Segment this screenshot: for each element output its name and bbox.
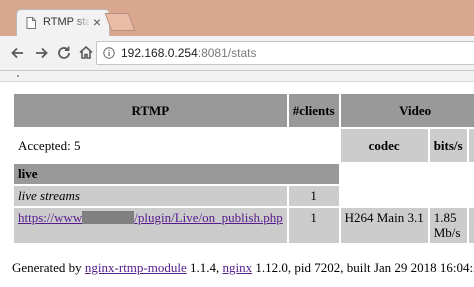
browser-toolbar: 192.168.0.254:8081/stats: [0, 36, 474, 71]
stream-next-col: 12: [468, 208, 474, 243]
live-streams-clients: 1: [288, 186, 339, 206]
url-host: 192.168.0.254: [121, 46, 198, 60]
bitrate-header: bits/s: [429, 129, 467, 162]
tab-strip: RTMP stats ×: [0, 0, 474, 37]
page-content: RTMP #clients Video Accepted: 5 codec bi…: [0, 82, 474, 287]
tab-title-fade: [73, 15, 91, 31]
rtmp-header: RTMP: [14, 94, 287, 127]
live-streams-label: live streams: [14, 186, 287, 206]
stream-clients: 1: [288, 208, 339, 243]
next-header: [468, 129, 474, 162]
footer-build-info: 1.12.0, pid 7202, built Jan 29 2018 16:0…: [255, 260, 474, 275]
new-tab-button[interactable]: [104, 13, 136, 31]
stream-link[interactable]: https://www/plugin/Live/on_publish.php: [18, 210, 283, 225]
footer-module-version: 1.1.4,: [186, 260, 223, 275]
live-streams-row: live streams 1: [14, 186, 474, 206]
accepted-row: Accepted: 5 codec bits/s: [14, 129, 474, 162]
header-row: RTMP #clients Video: [14, 94, 474, 127]
rtmp-stats-table: RTMP #clients Video Accepted: 5 codec bi…: [12, 92, 474, 245]
codec-header: codec: [340, 129, 428, 162]
stream-name-cell: https://www/plugin/Live/on_publish.php: [14, 208, 287, 243]
home-icon[interactable]: [76, 43, 96, 63]
stream-codec: H264 Main 3.1: [340, 208, 428, 243]
accepted-count: Accepted: 5: [14, 129, 339, 162]
bookmarks-bar: [0, 71, 474, 82]
forward-arrow-icon[interactable]: [31, 43, 51, 63]
application-spacer: [340, 164, 474, 184]
bookmark-marker: [17, 75, 19, 77]
application-name: live: [14, 164, 339, 184]
address-bar[interactable]: 192.168.0.254:8081/stats: [96, 41, 474, 65]
stream-bitrate: 1.85 Mb/s: [429, 208, 467, 243]
reload-icon[interactable]: [54, 43, 74, 63]
stream-link-suffix: /plugin/Live/on_publish.php: [134, 210, 283, 225]
url-text: 192.168.0.254:8081/stats: [121, 46, 256, 60]
live-streams-spacer: [340, 186, 474, 206]
info-icon[interactable]: [103, 47, 115, 59]
video-header: Video: [340, 94, 474, 127]
footer: Generated by nginx-rtmp-module 1.1.4, ng…: [12, 260, 474, 276]
nginx-link[interactable]: nginx: [223, 260, 253, 275]
clients-header: #clients: [288, 94, 339, 127]
nginx-rtmp-module-link[interactable]: nginx-rtmp-module: [85, 260, 187, 275]
stream-link-prefix: https://www: [18, 210, 83, 225]
footer-prefix: Generated by: [12, 260, 85, 275]
back-arrow-icon[interactable]: [8, 43, 28, 63]
stream-row: https://www/plugin/Live/on_publish.php 1…: [14, 208, 474, 243]
page-icon: [26, 17, 36, 29]
redacted-block: [82, 211, 135, 224]
browser-tab[interactable]: RTMP stats ×: [16, 9, 110, 37]
close-tab-icon[interactable]: ×: [93, 14, 101, 30]
url-port-path: :8081/stats: [197, 46, 257, 60]
application-row: live: [14, 164, 474, 184]
